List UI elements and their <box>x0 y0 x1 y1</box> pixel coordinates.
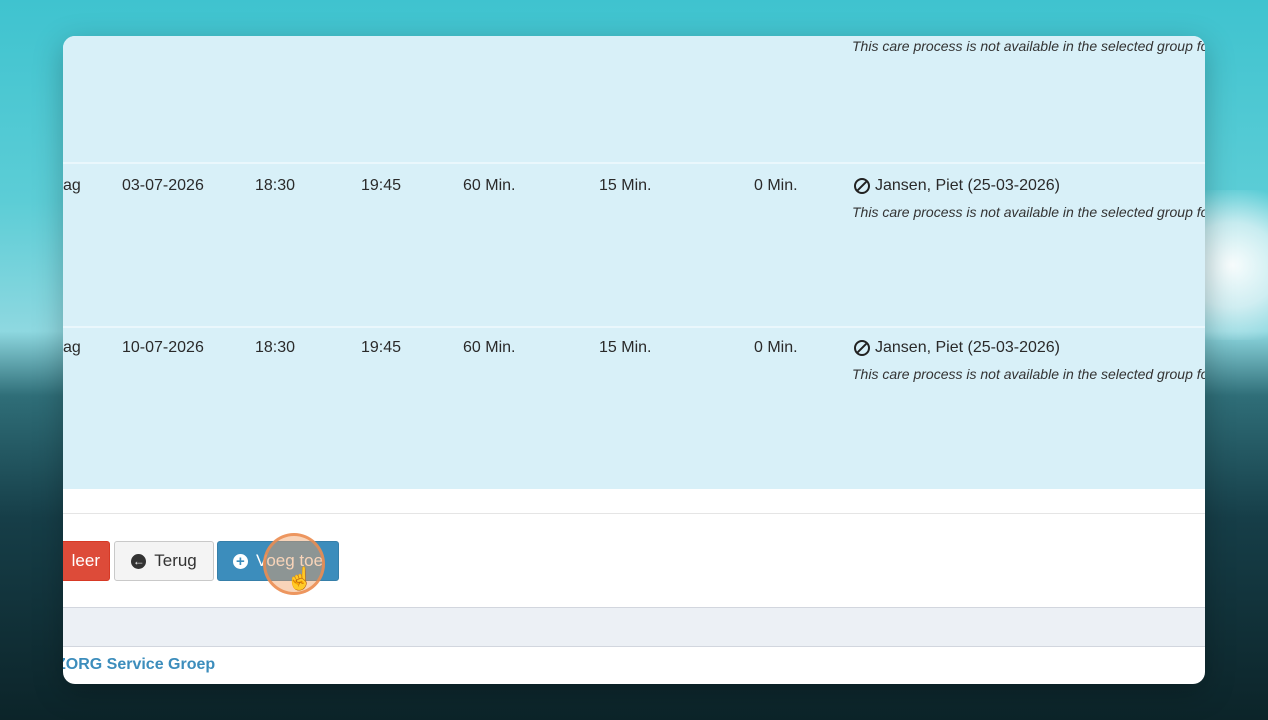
ban-icon <box>854 178 870 194</box>
table-row: ag 10-07-2026 18:30 19:45 60 Min. 15 Min… <box>63 326 1205 491</box>
row-note: This care process is not available in th… <box>852 366 1205 382</box>
cell-travel-time: 15 Min. <box>599 177 652 194</box>
plus-circle-icon: + <box>232 553 248 569</box>
cell-extra-time: 0 Min. <box>754 339 798 356</box>
cancel-button-label: leer <box>71 551 100 570</box>
ban-icon <box>854 340 870 356</box>
table-row: ag 03-07-2026 18:30 19:45 60 Min. 15 Min… <box>63 162 1205 326</box>
footer-brand-link[interactable]: ZORG Service Groep <box>63 656 215 674</box>
cell-patient: Jansen, Piet (25-03-2026) <box>854 339 1060 357</box>
table-end-divider <box>63 489 1205 514</box>
back-button[interactable]: ← Terug <box>114 541 214 581</box>
cell-start-time: 18:30 <box>255 339 296 356</box>
cell-duration: 60 Min. <box>463 177 516 194</box>
cell-extra-time: 0 Min. <box>754 177 798 194</box>
cancel-button[interactable]: leer <box>63 541 110 581</box>
cell-end-time: 19:45 <box>361 339 402 356</box>
cell-travel-time: 15 Min. <box>599 339 652 356</box>
cell-day: ag <box>63 339 81 356</box>
cell-date: 03-07-2026 <box>122 177 204 194</box>
cell-day: ag <box>63 177 81 194</box>
cell-end-time: 19:45 <box>361 177 402 194</box>
cell-duration: 60 Min. <box>463 339 516 356</box>
patient-name: Jansen, Piet (25-03-2026) <box>875 339 1060 356</box>
patient-name: Jansen, Piet (25-03-2026) <box>875 177 1060 194</box>
back-button-label: Terug <box>154 551 197 570</box>
cell-date: 10-07-2026 <box>122 339 204 356</box>
cell-start-time: 18:30 <box>255 177 296 194</box>
cell-patient: Jansen, Piet (25-03-2026) <box>854 177 1060 195</box>
add-button[interactable]: + Voeg toe <box>217 541 339 581</box>
row-note: This care process is not available in th… <box>852 38 1205 54</box>
row-note: This care process is not available in th… <box>852 204 1205 220</box>
table-row: This care process is not available in th… <box>63 36 1205 162</box>
add-button-label: Voeg toe <box>255 551 324 570</box>
app-window: This care process is not available in th… <box>63 36 1205 684</box>
content-footer-bar <box>63 607 1205 647</box>
schedule-table: This care process is not available in th… <box>63 36 1205 489</box>
arrow-circle-left-icon: ← <box>131 553 147 569</box>
